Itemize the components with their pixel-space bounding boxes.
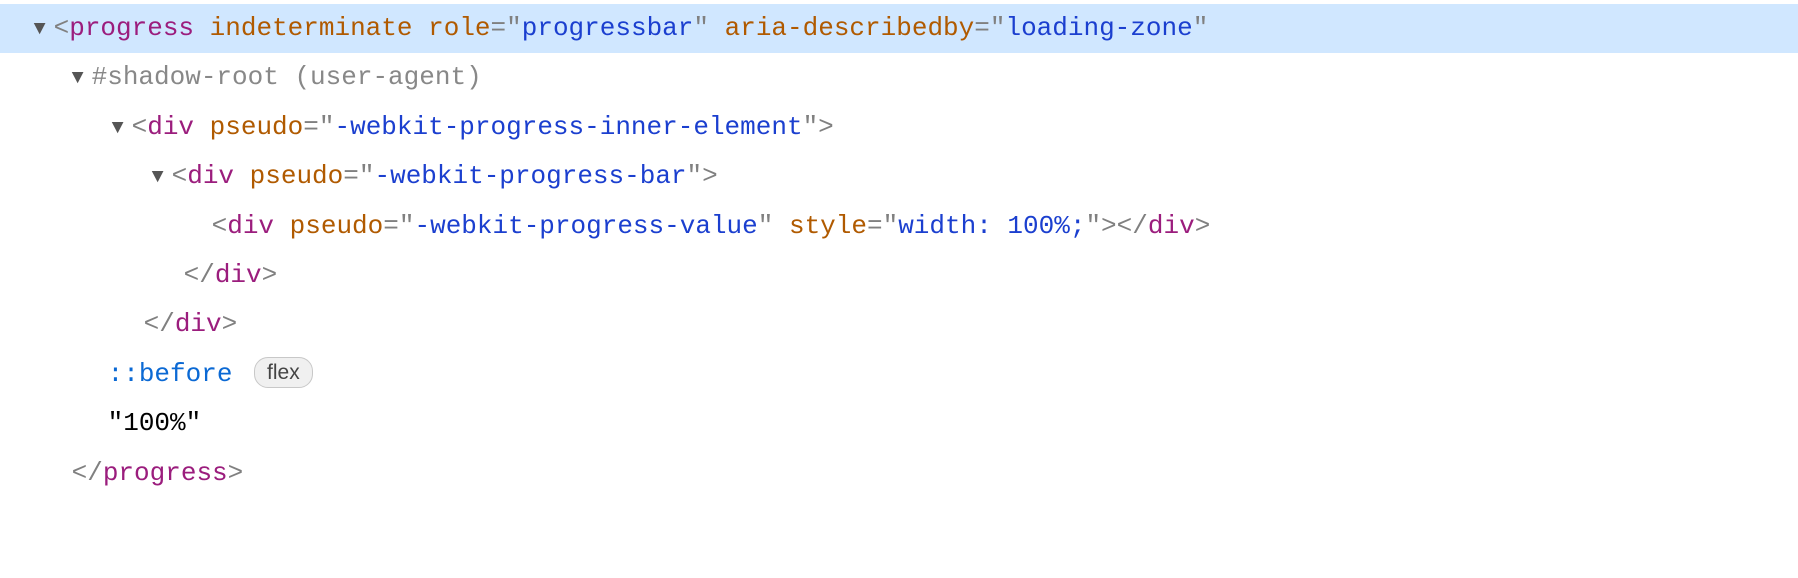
display-pill: flex (254, 357, 313, 388)
element-div-value[interactable]: <div pseudo="-webkit-progress-value" sty… (0, 202, 1798, 251)
chevron-down-icon[interactable]: ▼ (144, 159, 172, 197)
tag-name: div (187, 161, 234, 191)
element-div-inner[interactable]: ▼<div pseudo="-webkit-progress-inner-ele… (0, 103, 1798, 152)
close-div-inner[interactable]: </div> (0, 300, 1798, 349)
close-tag: div (215, 260, 262, 290)
attr-aria-value: loading-zone (1005, 13, 1192, 43)
tag-name: div (147, 112, 194, 142)
close-tag: div (175, 309, 222, 339)
chevron-down-icon[interactable]: ▼ (26, 11, 54, 49)
attr-pseudo-name: pseudo (290, 211, 384, 241)
close-tag: div (1148, 211, 1195, 241)
chevron-down-icon[interactable]: ▼ (104, 110, 132, 148)
attr-pseudo-value: -webkit-progress-bar (374, 161, 686, 191)
shadow-root-label: #shadow-root (user-agent) (92, 62, 482, 92)
element-progress[interactable]: ▼<progress indeterminate role="progressb… (0, 4, 1798, 53)
attr-pseudo-name: pseudo (210, 112, 304, 142)
attr-indeterminate: indeterminate (210, 13, 413, 43)
attr-aria-name: aria-describedby (725, 13, 975, 43)
pseudo-selector: ::before (108, 359, 233, 389)
text-node-100pct[interactable]: "100%" (0, 399, 1798, 448)
shadow-root[interactable]: ▼#shadow-root (user-agent) (0, 53, 1798, 102)
attr-style-value: width: 100%; (898, 211, 1085, 241)
attr-style-name: style (789, 211, 867, 241)
element-div-bar[interactable]: ▼<div pseudo="-webkit-progress-bar"> (0, 152, 1798, 201)
attr-pseudo-value: -webkit-progress-inner-element (334, 112, 802, 142)
attr-role-value: progressbar (522, 13, 694, 43)
dom-tree: ▼<progress indeterminate role="progressb… (0, 0, 1798, 502)
tag-name: div (227, 211, 274, 241)
close-tag: progress (103, 458, 228, 488)
attr-pseudo-value: -webkit-progress-value (414, 211, 757, 241)
close-div-bar[interactable]: </div> (0, 251, 1798, 300)
chevron-down-icon[interactable]: ▼ (64, 60, 92, 98)
pseudo-before[interactable]: ::before flex (0, 350, 1798, 399)
text-node: "100%" (108, 408, 202, 438)
close-progress[interactable]: </progress> (0, 449, 1798, 498)
angle-bracket-open: < (54, 13, 70, 43)
attr-pseudo-name: pseudo (250, 161, 344, 191)
tag-name: progress (69, 13, 194, 43)
attr-role-name: role (428, 13, 490, 43)
